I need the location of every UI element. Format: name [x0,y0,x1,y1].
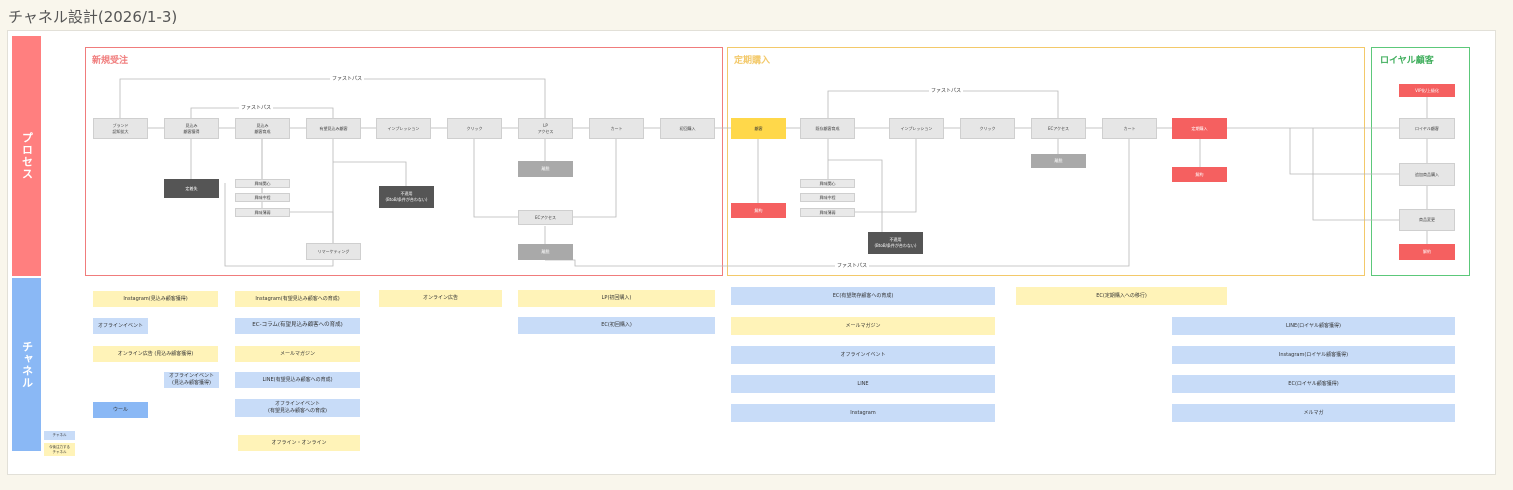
node-interest-high-2[interactable]: 興味関心 [800,179,855,188]
node-prospect-nurture[interactable]: 見込み 顧客育成 [235,118,290,139]
channel-ec-column[interactable]: EC-コラム(有望見込み顧客への育成) [235,318,360,334]
node-ec-access[interactable]: ECアクセス [518,210,573,225]
node-withdraw-2[interactable]: 離脱 [518,244,573,260]
node-cancel-2[interactable]: 解約 [1172,167,1227,182]
node-lp-access[interactable]: LP アクセス [518,118,573,139]
node-cancel-4[interactable]: 解約 [1399,244,1455,260]
channel-mailmag[interactable]: メルマガ [1172,404,1455,422]
channel-ec-first[interactable]: EC(初回購入) [518,317,715,334]
node-click-2[interactable]: クリック [960,118,1015,139]
node-withdraw-1[interactable]: 離脱 [518,161,573,177]
channel-offline-event-promising[interactable]: オフラインイベント (有望見込み顧客への育成) [235,399,360,417]
fastpass-label-3: ファストパス [928,87,964,94]
node-impression[interactable]: インプレッション [376,118,431,139]
channel-lp-first[interactable]: LP(初回購入) [518,290,715,307]
node-loss-1[interactable]: 不適用 (BtoB/条件が合わない) [379,186,434,208]
channel-instagram-loyal[interactable]: Instagram(ロイヤル顧客獲得) [1172,346,1455,364]
node-ec-access-2[interactable]: ECアクセス [1031,118,1086,139]
node-loyal-customer[interactable]: ロイヤル顧客 [1399,118,1455,139]
node-loss-2[interactable]: 不適用 (BtoB/条件が合わない) [868,232,923,254]
channel-wool[interactable]: ウール [93,402,148,418]
node-impression-2[interactable]: インプレッション [889,118,944,139]
channel-mail-magazine[interactable]: メールマガジン [235,346,360,362]
channel-line[interactable]: LINE [731,375,995,393]
node-regular-purchase[interactable]: 定期購入 [1172,118,1227,139]
node-promising[interactable]: 有望見込み顧客 [306,118,361,139]
node-loyal-top[interactable]: VIP化/上級化 [1399,84,1455,97]
node-cart[interactable]: カート [589,118,644,139]
legend-channel: チャネル [44,431,75,440]
node-remarketing[interactable]: リマーケティング [306,243,361,260]
node-brand[interactable]: ブランド 認知拡大 [93,118,148,139]
node-unsub[interactable]: 定着失 [164,179,219,198]
channel-mail-magazine-2[interactable]: メールマガジン [731,317,995,335]
channel-online-ads-prospect[interactable]: オンライン広告 (見込み顧客獲得) [93,346,218,362]
node-first-purchase[interactable]: 初回購入 [660,118,715,139]
node-cart-2[interactable]: カート [1102,118,1157,139]
channel-ec-regular-shift[interactable]: EC(定期購入への移行) [1016,287,1227,305]
channel-instagram-prospect[interactable]: Instagram(見込み顧客獲得) [93,291,218,307]
node-repeat[interactable]: 追加商品購入 [1399,163,1455,186]
node-prospect[interactable]: 見込み 顧客獲得 [164,118,219,139]
channel-line-promising[interactable]: LINE(有望見込み顧客への育成) [235,372,360,388]
node-interest-high[interactable]: 興味関心 [235,179,290,188]
node-interest-low[interactable]: 興味薄弱 [235,208,290,217]
channel-instagram[interactable]: Instagram [731,404,995,422]
node-cancel-1[interactable]: 解約 [731,203,786,218]
node-regular-nurture[interactable]: 既存顧客育成 [800,118,855,139]
fastpass-label-2: ファストパス [238,104,274,111]
node-interest-mid-2[interactable]: 興味中程 [800,193,855,202]
channel-online-ads[interactable]: オンライン広告 [379,290,502,307]
channel-instagram-promising[interactable]: Instagram(有望見込み顧客への育成) [235,291,360,307]
channel-offline-event[interactable]: オフラインイベント [93,318,148,334]
channel-ec-regular-nurture[interactable]: EC(有望既存顧客への育成) [731,287,995,305]
channel-ec-loyal[interactable]: EC(ロイヤル顧客獲得) [1172,375,1455,393]
node-withdraw-3[interactable]: 離脱 [1031,154,1086,168]
fastpass-label-1: ファストパス [329,75,365,82]
channel-offline-event-2[interactable]: オフラインイベント [731,346,995,364]
node-click[interactable]: クリック [447,118,502,139]
channel-line-loyal[interactable]: LINE(ロイヤル顧客獲得) [1172,317,1455,335]
fastpass-label-4: ファストパス [834,262,870,269]
channel-offline-event-prospect[interactable]: オフラインイベント (見込み顧客獲得) [164,372,219,388]
channel-offline-online[interactable]: オフライン・オンライン [238,435,360,451]
node-product-change[interactable]: 商品変更 [1399,209,1455,231]
node-interest-mid[interactable]: 興味中程 [235,193,290,202]
node-customer[interactable]: 顧客 [731,118,786,139]
node-interest-low-2[interactable]: 興味薄弱 [800,208,855,217]
legend-focus-channel: 今後注力する チャネル [44,443,75,456]
